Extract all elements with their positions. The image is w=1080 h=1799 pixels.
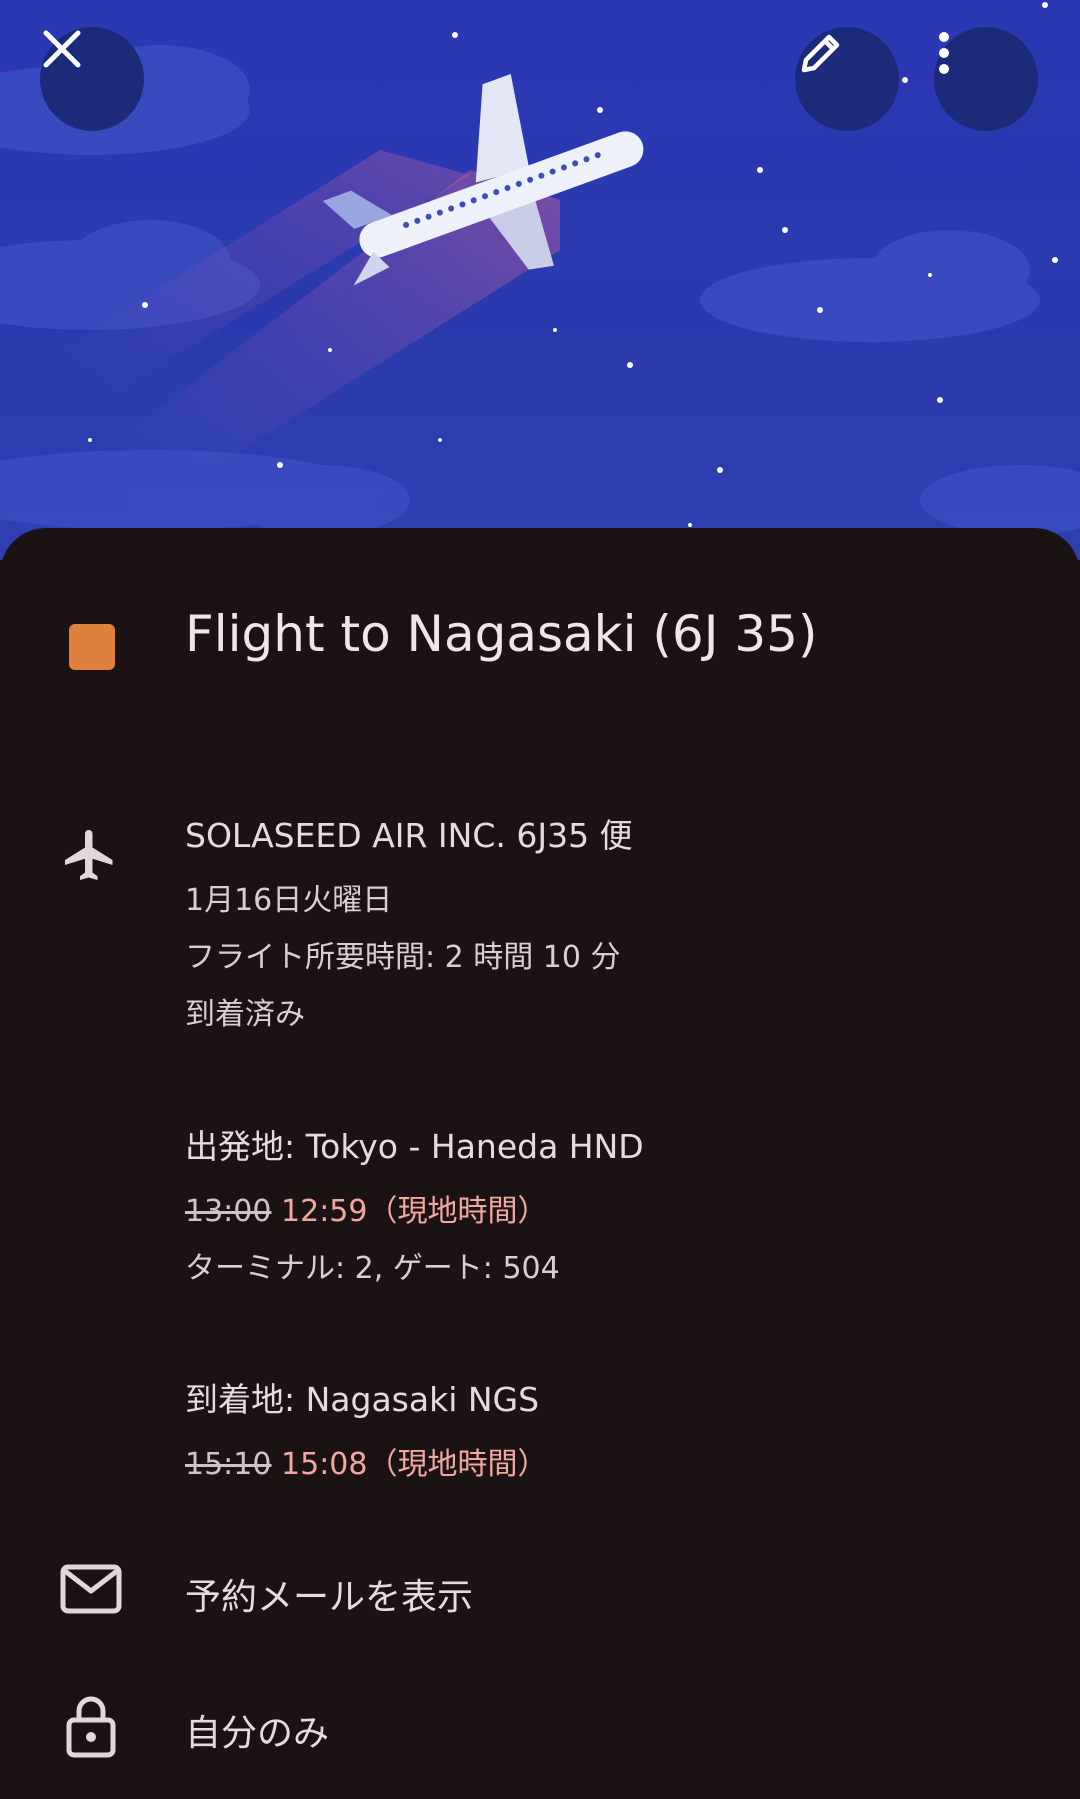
more-vert-icon xyxy=(939,32,949,74)
flight-airline: SOLASEED AIR INC. 6J35 便 xyxy=(185,816,633,855)
arrival-label: 到着地: Nagasaki NGS xyxy=(185,1380,540,1419)
arrival-time: 15:10 15:08（現地時間） xyxy=(185,1439,547,1483)
edit-button[interactable] xyxy=(795,27,899,131)
view-reservation-email-row[interactable]: 予約メールを表示 xyxy=(0,1530,1080,1650)
arrival-actual-time: 15:08（現地時間） xyxy=(281,1447,548,1482)
event-color-chip xyxy=(69,624,115,670)
arrival-scheduled-time: 15:10 xyxy=(185,1447,272,1482)
mail-icon xyxy=(60,1564,122,1614)
departure-scheduled-time: 13:00 xyxy=(185,1194,272,1229)
flight-date: 1月16日火曜日 xyxy=(185,883,393,918)
close-icon xyxy=(43,30,81,68)
night-sky-airplane-illustration xyxy=(0,2,1080,542)
more-options-button[interactable] xyxy=(934,27,1038,131)
view-reservation-email-label: 予約メールを表示 xyxy=(185,1577,474,1618)
visibility-label: 自分のみ xyxy=(185,1713,330,1754)
departure-label: 出発地: Tokyo - Haneda HND xyxy=(185,1127,644,1166)
departure-terminal-gate: ターミナル: 2, ゲート: 504 xyxy=(185,1251,560,1286)
hero-illustration xyxy=(0,0,1080,560)
pencil-icon xyxy=(801,34,840,73)
departure-actual-time: 12:59（現地時間） xyxy=(281,1194,548,1229)
flight-status: 到着済み xyxy=(185,997,305,1032)
visibility-row[interactable]: 自分のみ xyxy=(0,1668,1080,1788)
airplane-icon xyxy=(65,830,113,880)
flight-duration: フライト所要時間: 2 時間 10 分 xyxy=(185,940,621,975)
lock-icon xyxy=(66,1696,116,1758)
departure-time: 13:00 12:59（現地時間） xyxy=(185,1186,547,1230)
close-button[interactable] xyxy=(40,27,144,131)
event-title: Flight to Nagasaki (6J 35) xyxy=(185,605,818,663)
